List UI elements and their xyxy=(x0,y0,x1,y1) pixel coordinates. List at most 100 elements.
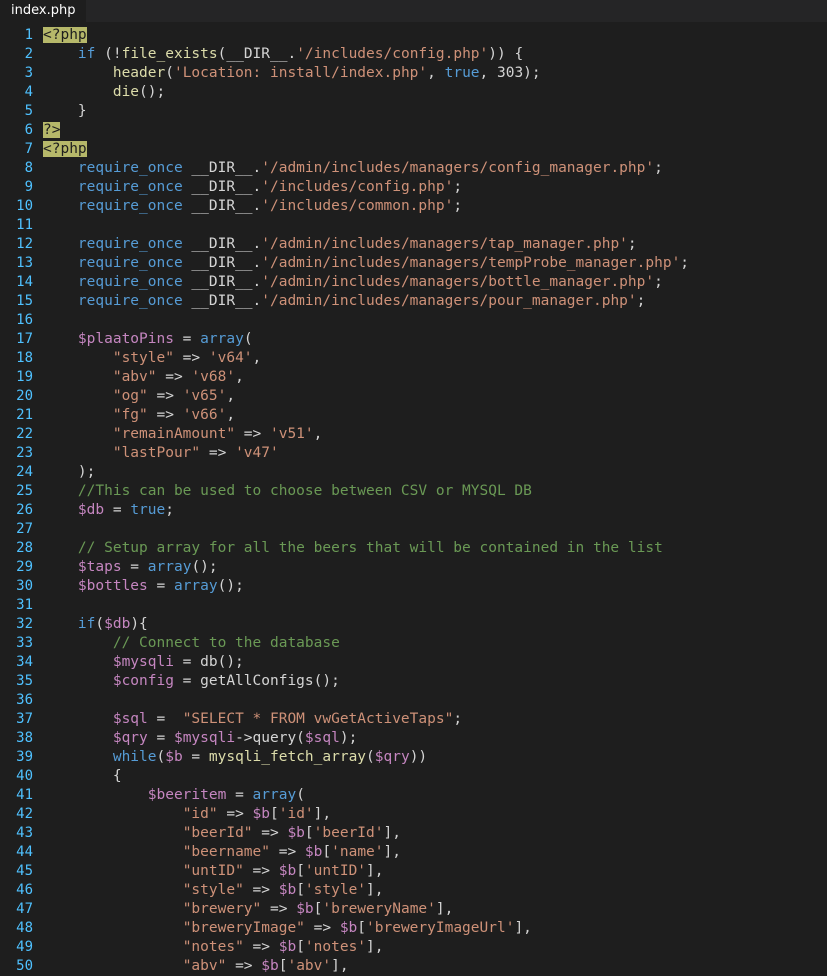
code-line[interactable]: 48 "breweryImage" => $b['breweryImageUrl… xyxy=(0,919,827,938)
code-line[interactable]: 21 "fg" => 'v66', xyxy=(0,406,827,425)
code-line[interactable]: 9 require_once __DIR__.'/includes/config… xyxy=(0,178,827,197)
code-token: "untID" xyxy=(182,863,244,879)
code-line[interactable]: 18 "style" => 'v64', xyxy=(0,349,827,368)
code-text: if (!file_exists(__DIR__.'/includes/conf… xyxy=(43,45,523,64)
code-line[interactable]: 8 require_once __DIR__.'/admin/includes/… xyxy=(0,159,827,178)
line-number: 10 xyxy=(16,198,33,214)
code-line[interactable]: 7 <?php xyxy=(0,140,827,159)
code-text: require_once __DIR__.'/admin/includes/ma… xyxy=(43,254,689,273)
code-token: )) xyxy=(409,749,428,765)
code-line[interactable]: 12 require_once __DIR__.'/admin/includes… xyxy=(0,235,827,254)
code-line[interactable]: 19 "abv" => 'v68', xyxy=(0,368,827,387)
code-token: = xyxy=(147,730,174,746)
code-line[interactable]: 49 "notes" => $b['notes'], xyxy=(0,938,827,957)
code-token: __DIR__. xyxy=(182,255,262,271)
code-line[interactable]: 38 $qry = $mysqli->query($sql); xyxy=(0,729,827,748)
tab-index-php[interactable]: index.php xyxy=(0,0,87,22)
code-token: => xyxy=(243,882,279,898)
code-line[interactable]: 20 "og" => 'v65', xyxy=(0,387,827,406)
code-token: //This can be used to choose between CSV… xyxy=(77,483,532,499)
code-line[interactable]: 4 die(); xyxy=(0,83,827,102)
line-number: 36 xyxy=(16,692,33,708)
code-line[interactable]: 11 xyxy=(0,216,827,235)
code-line[interactable]: 36 xyxy=(0,691,827,710)
code-token: <?php xyxy=(43,27,87,43)
code-line[interactable]: 10 require_once __DIR__.'/includes/commo… xyxy=(0,197,827,216)
code-token: $sql xyxy=(304,730,340,746)
code-line[interactable]: 22 "remainAmount" => 'v51', xyxy=(0,425,827,444)
code-line[interactable]: 33 // Connect to the database xyxy=(0,634,827,653)
code-token: '/admin/includes/managers/tempProbe_mana… xyxy=(261,255,681,271)
code-token: $b xyxy=(287,825,305,841)
code-line[interactable]: 3 header('Location: install/index.php', … xyxy=(0,64,827,83)
code-token: => xyxy=(200,445,236,461)
code-token: => xyxy=(156,369,192,385)
code-line[interactable]: 34 $mysqli = db(); xyxy=(0,653,827,672)
code-line[interactable]: 16 xyxy=(0,311,827,330)
code-line[interactable]: 31 xyxy=(0,596,827,615)
code-token: $b xyxy=(278,882,297,898)
code-line[interactable]: 40 { xyxy=(0,767,827,786)
code-line[interactable]: 39 while($b = mysqli_fetch_array($qry)) xyxy=(0,748,827,767)
code-token: array xyxy=(252,787,297,803)
code-line[interactable]: 50 "abv" => $b['abv'], xyxy=(0,957,827,976)
code-line[interactable]: 42 "id" => $b['id'], xyxy=(0,805,827,824)
code-line[interactable]: 26 $db = true; xyxy=(0,501,827,520)
code-line[interactable]: 46 "style" => $b['style'], xyxy=(0,881,827,900)
code-text: ); xyxy=(43,463,95,482)
code-line[interactable]: 2 if (!file_exists(__DIR__.'/includes/co… xyxy=(0,45,827,64)
code-line[interactable]: 41 $beeritem = array( xyxy=(0,786,827,805)
code-line[interactable]: 6 ?> xyxy=(0,121,827,140)
code-token: [ xyxy=(296,882,305,898)
code-token: 'name' xyxy=(331,844,384,860)
code-line[interactable]: 15 require_once __DIR__.'/admin/includes… xyxy=(0,292,827,311)
code-line[interactable]: 37 $sql = "SELECT * FROM vwGetActiveTaps… xyxy=(0,710,827,729)
code-token: array xyxy=(147,559,192,575)
code-token: ( xyxy=(156,749,166,765)
code-line[interactable]: 27 xyxy=(0,520,827,539)
code-line[interactable]: 35 $config = getAllConfigs(); xyxy=(0,672,827,691)
code-line[interactable]: 30 $bottles = array(); xyxy=(0,577,827,596)
code-line[interactable]: 25 //This can be used to choose between … xyxy=(0,482,827,501)
code-line[interactable]: 1 <?php xyxy=(0,26,827,45)
code-token: 'v68' xyxy=(191,369,236,385)
line-number: 25 xyxy=(16,483,33,499)
code-line[interactable]: 29 $taps = array(); xyxy=(0,558,827,577)
code-token: "brewery" xyxy=(182,901,262,917)
line-number: 7 xyxy=(24,141,33,157)
code-line[interactable]: 28 // Setup array for all the beers that… xyxy=(0,539,827,558)
line-number: 19 xyxy=(16,369,33,385)
code-line[interactable]: 13 require_once __DIR__.'/admin/includes… xyxy=(0,254,827,273)
code-line[interactable]: 14 require_once __DIR__.'/admin/includes… xyxy=(0,273,827,292)
code-token: __DIR__. xyxy=(182,179,262,195)
line-number: 2 xyxy=(24,46,33,62)
code-token: , xyxy=(427,65,445,81)
code-token: header xyxy=(112,65,166,81)
line-number: 14 xyxy=(16,274,33,290)
code-line[interactable]: 23 "lastPour" => 'v47' xyxy=(0,444,827,463)
code-line[interactable]: 45 "untID" => $b['untID'], xyxy=(0,862,827,881)
code-line[interactable]: 5 } xyxy=(0,102,827,121)
code-token: "remainAmount" xyxy=(112,426,236,442)
code-line[interactable]: 24 ); xyxy=(0,463,827,482)
code-token: = xyxy=(226,787,253,803)
line-number: 46 xyxy=(16,882,33,898)
code-token: <?php xyxy=(43,141,87,157)
code-line[interactable]: 43 "beerId" => $b['beerId'], xyxy=(0,824,827,843)
code-token: $bottles xyxy=(77,578,148,594)
code-line[interactable]: 47 "brewery" => $b['breweryName'], xyxy=(0,900,827,919)
code-line[interactable]: 32 if($db){ xyxy=(0,615,827,634)
code-editor[interactable]: 1 <?php 2 if (!file_exists(__DIR__.'/inclu… xyxy=(0,26,827,976)
code-line[interactable]: 44 "beername" => $b['name'], xyxy=(0,843,827,862)
code-line[interactable]: 17 $plaatoPins = array( xyxy=(0,330,827,349)
code-token: 'notes' xyxy=(304,939,367,955)
